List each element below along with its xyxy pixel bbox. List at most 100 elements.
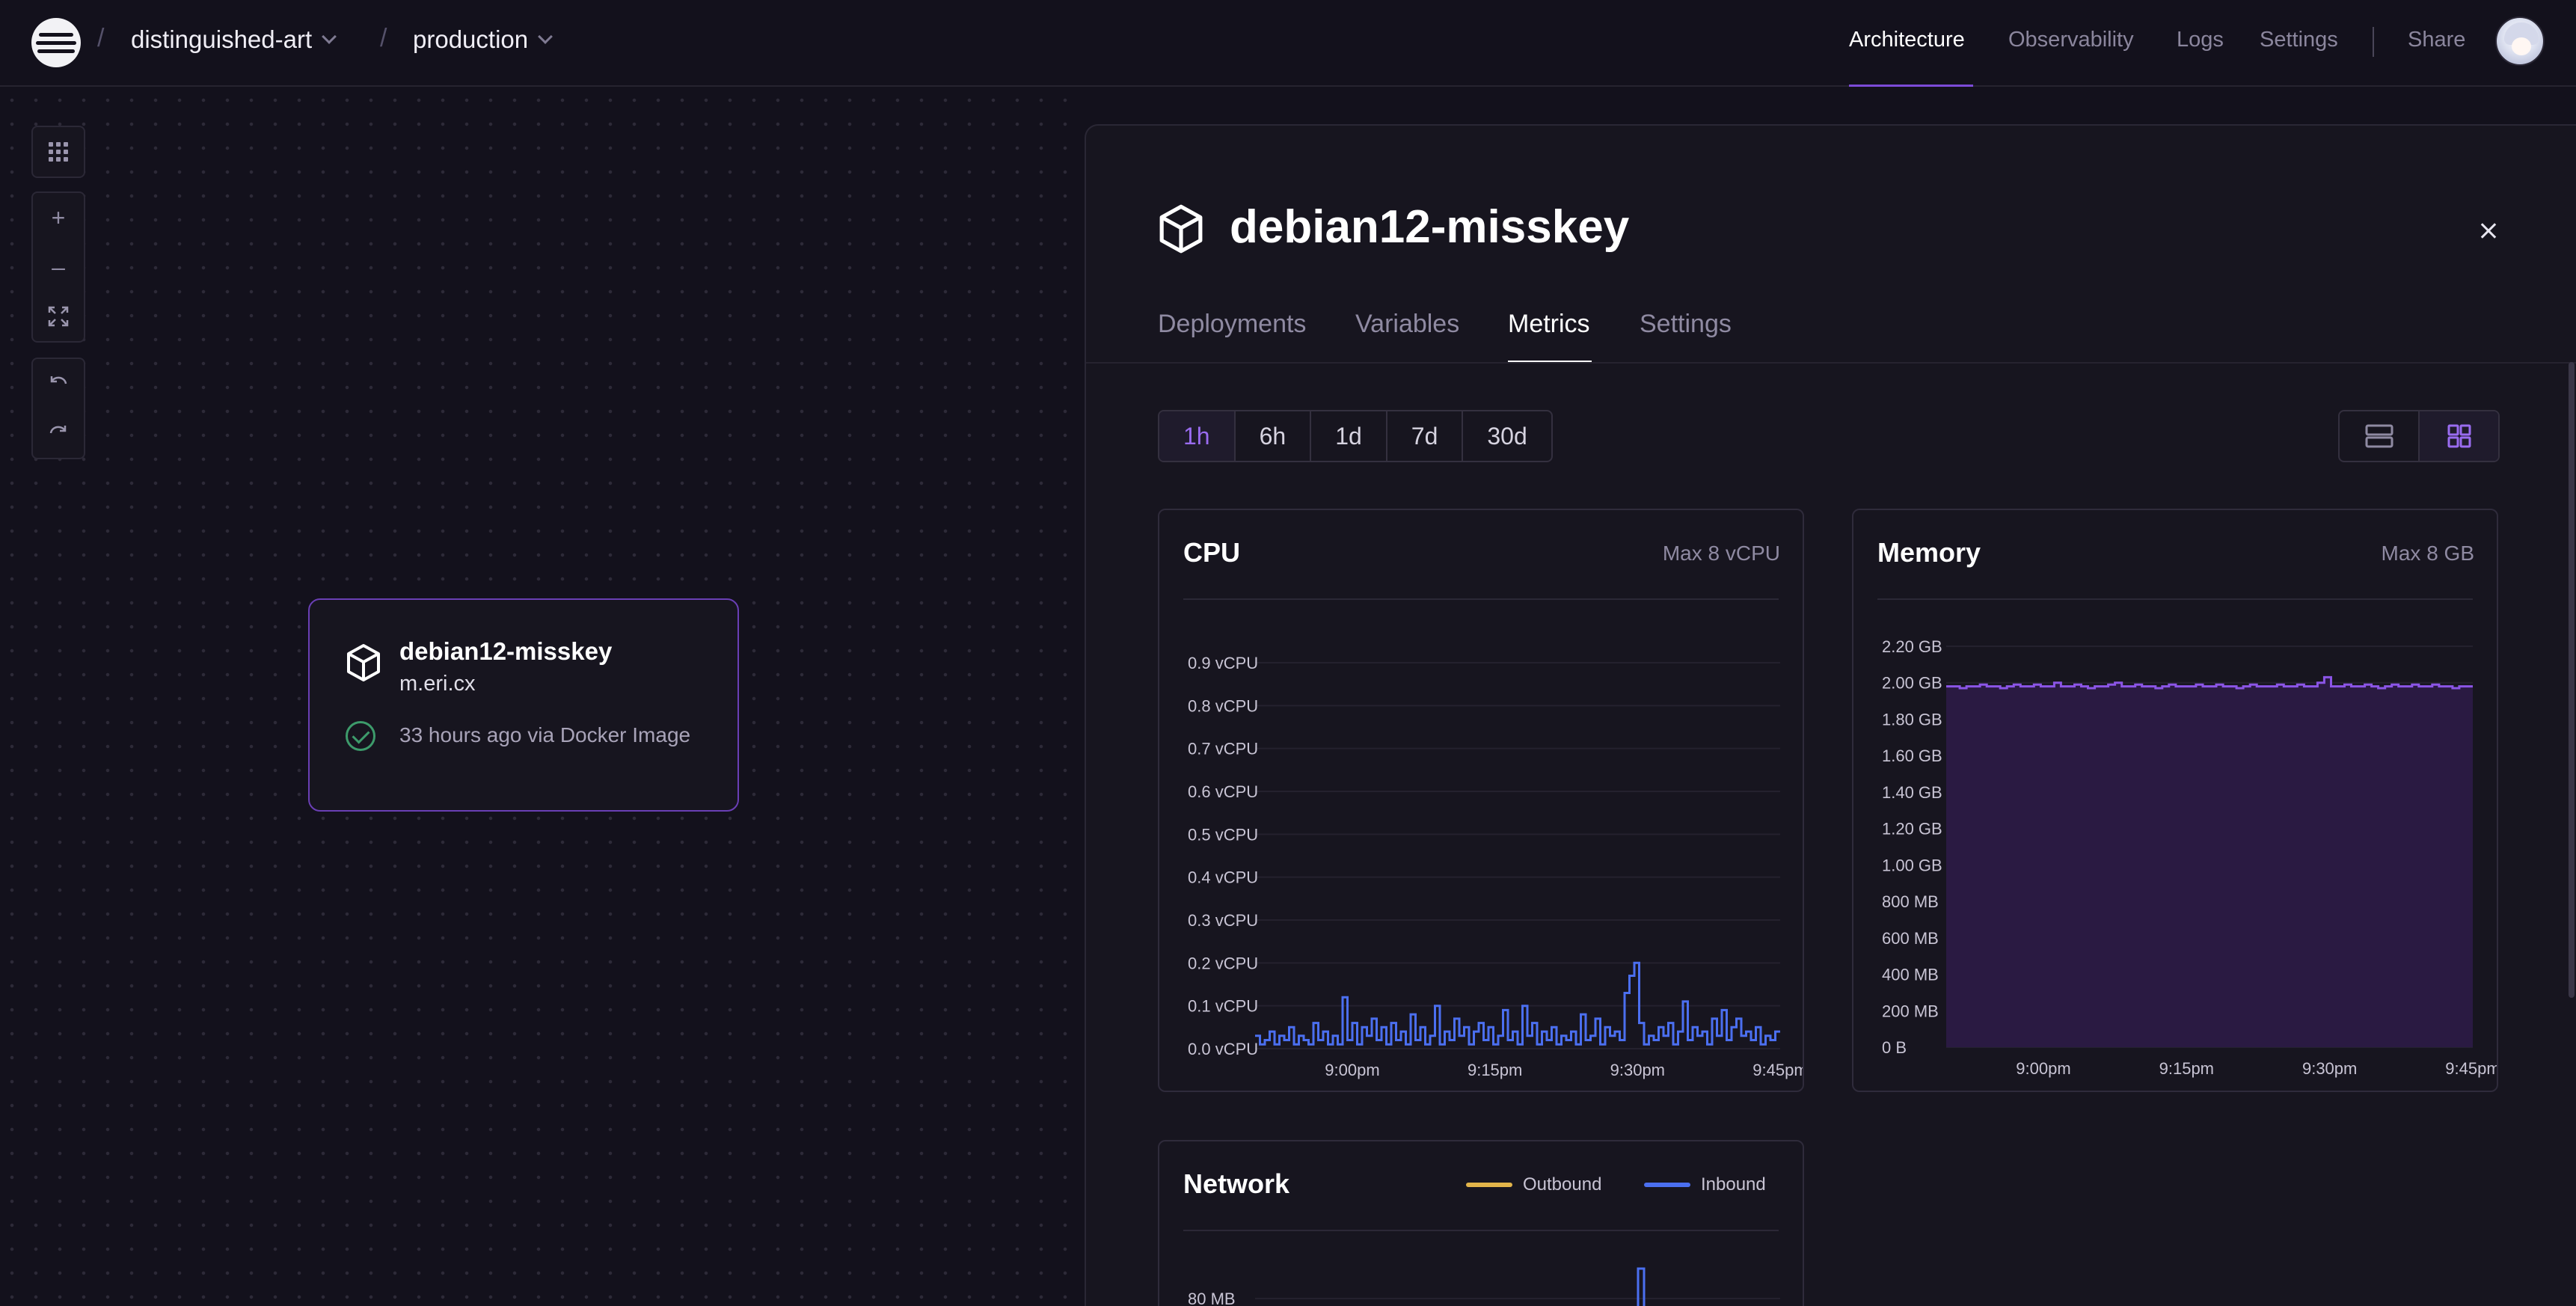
nav-divider [2373,27,2374,57]
tabs-divider [1086,362,2576,364]
zoom-out-button[interactable]: – [33,242,84,292]
grid-layout-icon [2447,424,2471,448]
close-icon[interactable] [2474,217,2504,247]
service-detail-panel: debian12-misskey Deployments Variables M… [1085,124,2576,1306]
y-tick-label: 1.00 GB [1882,856,1942,874]
service-name: debian12-misskey [399,637,613,665]
y-tick-label: 0.0 vCPU [1188,1040,1258,1058]
network-chart-card: Network Outbound Inbound 80 MB [1158,1140,1804,1306]
layout-toggle [2338,410,2500,462]
series-area [1946,677,2473,1047]
y-tick-label: 800 MB [1882,892,1939,911]
x-tick-label: 9:30pm [2302,1059,2357,1078]
series-line [1255,961,1780,1046]
y-tick-label: 0.7 vCPU [1188,740,1258,758]
y-tick-label: 1.40 GB [1882,783,1942,802]
user-avatar[interactable] [2495,16,2545,66]
range-1d-button[interactable]: 1d [1311,411,1387,461]
x-tick-label: 9:15pm [1468,1061,1522,1079]
y-tick-label: 1.80 GB [1882,710,1942,729]
grid-layout-button[interactable] [2418,411,2498,461]
range-1h-button[interactable]: 1h [1159,411,1236,461]
panel-scrollbar[interactable] [2569,362,2575,998]
y-tick-label: 2.20 GB [1882,637,1942,656]
service-domain: m.eri.cx [399,672,476,696]
panel-title: debian12-misskey [1230,201,1630,253]
plus-icon: + [51,203,66,231]
y-tick-label: 0.5 vCPU [1188,825,1258,844]
minus-icon: – [52,253,65,280]
range-7d-button[interactable]: 7d [1387,411,1464,461]
list-layout-button[interactable] [2340,411,2418,461]
nav-architecture[interactable]: Architecture [1849,28,1965,52]
y-tick-label: 200 MB [1882,1002,1939,1020]
service-card[interactable]: debian12-misskey m.eri.cx 33 hours ago v… [308,598,739,812]
y-tick-label: 1.60 GB [1882,746,1942,765]
y-tick-label: 2.00 GB [1882,674,1942,693]
architecture-canvas[interactable]: + – debian12-misskey m.eri.cx 33 hours a… [0,88,1085,1306]
fit-view-button[interactable] [33,292,84,341]
x-tick-label: 9:00pm [2016,1059,2070,1078]
canvas-zoom-toolgroup: + – [31,191,85,343]
y-tick-label: 80 MB [1188,1290,1236,1306]
zoom-in-button[interactable]: + [33,193,84,242]
y-tick-label: 1.20 GB [1882,820,1942,839]
tab-settings[interactable]: Settings [1640,310,1732,339]
environment-selector[interactable]: production [413,25,553,54]
y-tick-label: 0.8 vCPU [1188,696,1258,715]
canvas-grid-toolgroup [31,126,85,178]
nav-logs[interactable]: Logs [2177,28,2224,52]
check-circle-icon [346,721,375,751]
fit-view-icon [48,306,69,327]
railway-logo-icon[interactable] [31,18,81,67]
y-tick-label: 600 MB [1882,929,1939,948]
cpu-chart-card: CPU Max 8 vCPU 0.0 vCPU 0.1 vCPU 0.2 vCPU 0… [1158,509,1804,1092]
memory-chart[interactable]: 0 B 200 MB 400 MB 600 MB 800 MB 1.00 GB 1.20 G… [1853,510,2498,1092]
top-bar: / distinguished-art / production Archite… [0,0,2576,87]
chevron-down-icon [322,29,337,44]
nav-observability[interactable]: Observability [2008,28,2134,52]
tab-variables[interactable]: Variables [1355,310,1459,339]
share-button[interactable]: Share [2408,28,2465,52]
nav-settings[interactable]: Settings [2260,28,2338,52]
undo-icon [50,376,67,384]
breadcrumb-separator: / [97,24,105,52]
y-tick-label: 0 B [1882,1038,1907,1057]
deployment-status: 33 hours ago via Docker Image [399,723,691,746]
breadcrumb-separator: / [380,24,387,52]
memory-chart-card: Memory Max 8 GB 0 B 200 MB 400 MB 600 MB 800… [1852,509,2498,1092]
tab-deployments[interactable]: Deployments [1158,310,1306,339]
x-tick-label: 9:45pm [2445,1059,2498,1078]
y-tick-label: 0.4 vCPU [1188,868,1258,887]
y-tick-label: 0.6 vCPU [1188,782,1258,801]
y-tick-label: 0.3 vCPU [1188,911,1258,930]
tab-metrics[interactable]: Metrics [1508,310,1590,339]
project-name: distinguished-art [131,25,313,53]
cube-icon [347,644,380,681]
y-tick-label: 400 MB [1882,966,1939,984]
redo-icon [49,426,67,434]
inbound-spike [1637,1267,1646,1306]
y-tick-label: 0.1 vCPU [1188,997,1258,1016]
grid-icon [49,142,68,162]
cube-icon [1159,204,1203,254]
chevron-down-icon [538,29,553,44]
active-nav-indicator [1849,85,1973,87]
network-chart[interactable]: 80 MB [1159,1141,1804,1306]
undo-button[interactable] [33,359,84,408]
redo-button[interactable] [33,408,84,458]
y-tick-label: 0.2 vCPU [1188,954,1258,972]
x-tick-label: 9:15pm [2159,1059,2214,1078]
time-range-selector: 1h 6h 1d 7d 30d [1158,410,1553,462]
grid-toggle-button[interactable] [33,127,84,177]
project-selector[interactable]: distinguished-art [131,25,337,54]
range-30d-button[interactable]: 30d [1463,411,1551,461]
environment-name: production [413,25,529,53]
canvas-history-toolgroup [31,358,85,459]
x-tick-label: 9:00pm [1325,1061,1379,1079]
range-6h-button[interactable]: 6h [1236,411,1312,461]
y-tick-label: 0.9 vCPU [1188,654,1258,672]
x-tick-label: 9:30pm [1610,1061,1665,1079]
rows-icon [2365,424,2393,448]
cpu-chart[interactable]: 0.0 vCPU 0.1 vCPU 0.2 vCPU 0.3 vCPU 0.4 vCPU… [1159,510,1804,1092]
